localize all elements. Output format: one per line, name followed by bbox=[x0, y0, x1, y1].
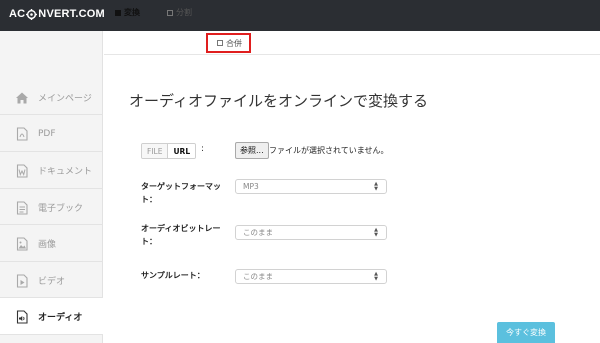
logo-text-right: NVERT.COM bbox=[38, 8, 105, 20]
label-line: サンプルレート： bbox=[141, 271, 205, 280]
tab-label: 合併 bbox=[226, 38, 242, 48]
sidebar-item-label: メインページ bbox=[38, 94, 92, 104]
toggle-colon: : bbox=[201, 144, 205, 154]
sidebar-item-label: 画像 bbox=[38, 240, 57, 250]
select-value: このまま bbox=[243, 272, 273, 281]
tab-checkbox-icon bbox=[217, 40, 223, 46]
sidebar-item-label: ビデオ bbox=[38, 277, 66, 287]
tab-bar bbox=[104, 31, 600, 55]
image-icon bbox=[16, 236, 28, 251]
target-format-label: ターゲットフォーマッ ト： bbox=[141, 180, 221, 206]
select-value: このまま bbox=[243, 228, 273, 237]
sidebar-item-label: オーディオ bbox=[38, 313, 83, 323]
tab-checkbox-icon bbox=[167, 9, 173, 16]
top-bar: AC NVERT.COM bbox=[0, 0, 600, 31]
source-toggle: FILE URL bbox=[141, 143, 197, 159]
sidebar-item-document[interactable]: ドキュメント bbox=[0, 152, 103, 189]
pdf-file-icon bbox=[16, 126, 28, 141]
sidebar-item-label: ドキュメント bbox=[38, 167, 93, 177]
video-icon bbox=[16, 273, 28, 288]
sidebar-item-image[interactable]: 画像 bbox=[0, 225, 103, 262]
sample-rate-select[interactable]: このまま ▲ ▼ bbox=[235, 269, 387, 284]
convert-now-button[interactable]: 今すぐ変換 bbox=[497, 322, 555, 343]
tab-split[interactable]: 分割 bbox=[167, 3, 192, 22]
label-line: ターゲットフォーマッ bbox=[141, 182, 221, 191]
tab-checkbox-icon bbox=[115, 9, 121, 16]
sidebar-item-label: PDF bbox=[38, 128, 56, 139]
label-line: オーディオビットレー bbox=[141, 224, 221, 233]
label-line: ト： bbox=[141, 195, 157, 204]
select-value: MP3 bbox=[243, 182, 259, 191]
target-format-select[interactable]: MP3 ▲ ▼ bbox=[235, 179, 387, 194]
sidebar-item-label: 電子ブック bbox=[38, 204, 84, 214]
word-document-icon bbox=[16, 163, 28, 178]
audio-bitrate-select[interactable]: このまま ▲ ▼ bbox=[235, 225, 387, 240]
label-line: ト： bbox=[141, 237, 157, 246]
sample-rate-label: サンプルレート： bbox=[141, 269, 205, 282]
tab-label: 分割 bbox=[176, 8, 192, 17]
site-logo[interactable]: AC NVERT.COM bbox=[9, 8, 105, 20]
file-toggle-button[interactable]: FILE bbox=[142, 144, 169, 158]
sidebar-item-main-page[interactable]: メインページ bbox=[0, 79, 103, 116]
select-arrows-icon: ▲ ▼ bbox=[374, 181, 378, 192]
home-icon bbox=[16, 92, 28, 103]
tab-convert[interactable]: 変換 bbox=[115, 3, 140, 22]
sidebar-item-pdf[interactable]: PDF bbox=[0, 115, 103, 152]
logo-text-left: AC bbox=[9, 8, 26, 20]
sidebar-divider bbox=[0, 334, 103, 335]
select-arrows-icon: ▲ ▼ bbox=[374, 227, 378, 238]
sidebar-item-video[interactable]: ビデオ bbox=[0, 262, 103, 299]
tab-merge[interactable]: 合併 bbox=[206, 33, 251, 53]
select-arrows-icon: ▲ ▼ bbox=[374, 271, 378, 282]
page-title: オーディオファイルをオンラインで変換する bbox=[129, 92, 428, 110]
ebook-icon bbox=[16, 200, 28, 215]
audio-bitrate-label: オーディオビットレー ト： bbox=[141, 222, 220, 248]
url-toggle-button[interactable]: URL bbox=[168, 144, 196, 158]
tab-label: 変換 bbox=[124, 8, 140, 17]
no-file-selected-text: ファイルが選択されていません。 bbox=[269, 146, 389, 155]
audio-icon bbox=[16, 309, 28, 324]
sidebar-item-ebook[interactable]: 電子ブック bbox=[0, 189, 103, 226]
sidebar-item-audio[interactable]: オーディオ bbox=[0, 298, 104, 335]
logo-gear-icon bbox=[26, 8, 38, 20]
browse-button[interactable]: 参照... bbox=[235, 142, 269, 159]
